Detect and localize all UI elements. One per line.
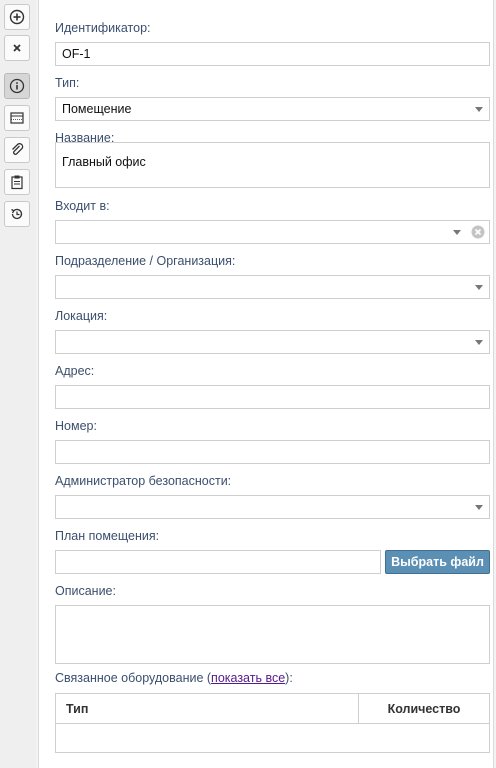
chevron-down-icon — [475, 505, 483, 510]
name-value: Главный офис — [62, 155, 146, 169]
history-icon — [11, 208, 23, 220]
related-label-suffix: ): — [285, 671, 293, 685]
address-input[interactable] — [55, 385, 490, 409]
department-label: Подразделение / Организация: — [55, 254, 236, 268]
type-label: Тип: — [55, 76, 80, 90]
address-label: Адрес: — [55, 364, 95, 378]
parent-select[interactable] — [55, 220, 490, 244]
chevron-down-icon — [475, 285, 483, 290]
info-button[interactable] — [4, 73, 30, 99]
chevron-down-icon — [475, 340, 483, 345]
chevron-down-icon — [453, 230, 461, 235]
chevron-down-icon — [475, 107, 483, 112]
security-admin-select[interactable] — [55, 495, 490, 519]
number-input[interactable] — [55, 440, 490, 464]
attach-button[interactable] — [4, 137, 30, 163]
add-button[interactable] — [4, 4, 30, 30]
paperclip-icon — [12, 143, 24, 155]
identifier-input[interactable]: OF-1 — [55, 42, 490, 66]
name-textarea[interactable]: Главный офис — [55, 142, 490, 188]
identifier-label: Идентификатор: — [55, 21, 151, 35]
clipboard-icon — [11, 175, 23, 190]
type-value: Помещение — [62, 102, 132, 116]
table-icon — [10, 112, 24, 124]
plus-circle-icon — [9, 9, 25, 25]
table-button[interactable] — [4, 105, 30, 131]
close-button[interactable] — [4, 35, 30, 61]
column-header-quantity[interactable]: Количество — [358, 693, 490, 724]
show-all-link[interactable]: показать все — [211, 671, 285, 685]
parent-label: Входит в: — [55, 199, 110, 213]
number-label: Номер: — [55, 419, 97, 433]
table-row-empty — [55, 723, 490, 753]
related-equipment-table: Тип Количество — [55, 693, 490, 753]
identifier-value: OF-1 — [62, 47, 91, 61]
type-select[interactable]: Помещение — [55, 97, 490, 121]
close-icon — [13, 44, 21, 52]
security-admin-label: Администратор безопасности: — [55, 474, 232, 488]
info-icon — [9, 78, 25, 94]
column-header-type[interactable]: Тип — [55, 693, 359, 724]
side-toolbar — [0, 0, 36, 768]
location-select[interactable] — [55, 330, 490, 354]
clear-icon[interactable] — [471, 225, 485, 239]
description-label: Описание: — [55, 584, 116, 598]
description-textarea[interactable] — [55, 605, 490, 664]
table-empty-cell — [55, 723, 490, 753]
related-equipment-label: Связанное оборудование (показать все): — [55, 671, 293, 685]
history-button[interactable] — [4, 201, 30, 227]
room-plan-input[interactable] — [55, 550, 381, 574]
clipboard-button[interactable] — [4, 169, 30, 195]
location-label: Локация: — [55, 309, 108, 323]
choose-file-button[interactable]: Выбрать файл — [385, 550, 490, 574]
form-panel: Идентификатор: OF-1 Тип: Помещение Назва… — [38, 0, 494, 768]
related-label-prefix: Связанное оборудование ( — [55, 671, 212, 685]
department-select[interactable] — [55, 275, 490, 299]
room-plan-label: План помещения: — [55, 529, 160, 543]
